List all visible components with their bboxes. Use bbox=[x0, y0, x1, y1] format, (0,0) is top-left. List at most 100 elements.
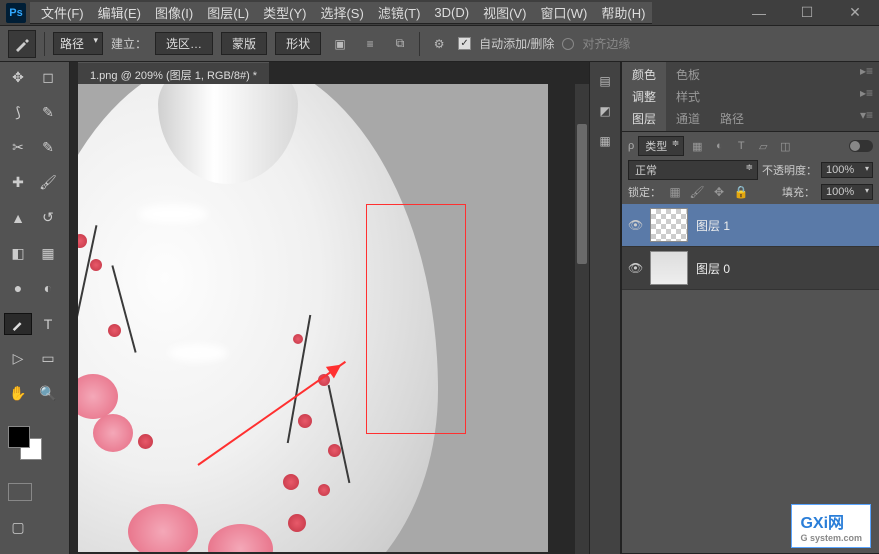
make-shape-button[interactable]: 形状 bbox=[275, 32, 321, 55]
history-dock-icon[interactable]: ▤ bbox=[594, 70, 616, 92]
maximize-button[interactable]: ☐ bbox=[783, 3, 831, 23]
menu-bar: 文件(F) 编辑(E) 图像(I) 图层(L) 类型(Y) 选择(S) 滤镜(T… bbox=[30, 2, 652, 24]
layer-list: 👁 图层 1 👁 图层 0 bbox=[622, 204, 879, 290]
watermark-text: GXi网 bbox=[800, 515, 844, 532]
blend-mode-select[interactable]: 正常 bbox=[628, 160, 758, 180]
path-operations-icon[interactable]: ▣ bbox=[329, 33, 351, 55]
gear-icon[interactable]: ⚙ bbox=[428, 33, 450, 55]
properties-dock-icon[interactable]: ◩ bbox=[594, 100, 616, 122]
visibility-toggle[interactable]: 👁 bbox=[628, 261, 642, 275]
filter-type-icon[interactable]: T bbox=[732, 138, 750, 154]
layer-row[interactable]: 👁 图层 1 bbox=[622, 204, 879, 247]
dodge-tool[interactable]: ◐ bbox=[34, 277, 62, 299]
screen-mode-button[interactable]: ▢ bbox=[4, 517, 32, 539]
visibility-toggle[interactable]: 👁 bbox=[628, 218, 642, 232]
opacity-value[interactable]: 100% bbox=[821, 162, 873, 178]
lasso-tool[interactable]: ⟆ bbox=[4, 101, 32, 123]
tool-preset-picker[interactable] bbox=[8, 30, 36, 58]
gradient-tool[interactable]: ▦ bbox=[34, 242, 62, 264]
marquee-tool[interactable]: ◻ bbox=[34, 66, 62, 88]
separator bbox=[44, 32, 45, 56]
healing-tool[interactable]: ✚ bbox=[4, 172, 32, 194]
menu-file[interactable]: 文件(F) bbox=[34, 0, 91, 25]
path-align-icon[interactable]: ≡ bbox=[359, 33, 381, 55]
window-controls: — ☐ ✕ bbox=[735, 3, 879, 23]
panel-menu-icon[interactable]: ▾≡ bbox=[854, 106, 879, 131]
opacity-label: 不透明度： bbox=[762, 162, 817, 178]
filter-adjust-icon[interactable]: ◐ bbox=[710, 138, 728, 154]
menu-layer[interactable]: 图层(L) bbox=[200, 0, 256, 25]
title-bar: Ps 文件(F) 编辑(E) 图像(I) 图层(L) 类型(Y) 选择(S) 滤… bbox=[0, 0, 879, 26]
lock-label: 锁定： bbox=[628, 184, 661, 200]
path-arrange-icon[interactable]: ⧉ bbox=[389, 33, 411, 55]
pen-tool[interactable] bbox=[4, 313, 32, 335]
app-logo: Ps bbox=[6, 3, 26, 23]
history-brush-tool[interactable]: ↺ bbox=[34, 207, 62, 229]
separator bbox=[419, 32, 420, 56]
eraser-tool[interactable]: ◧ bbox=[4, 242, 32, 264]
crop-tool[interactable]: ✂ bbox=[4, 136, 32, 158]
scrollbar-thumb[interactable] bbox=[577, 124, 587, 264]
path-select-tool[interactable]: ▷ bbox=[4, 348, 32, 370]
build-label: 建立： bbox=[111, 35, 147, 52]
filter-smart-icon[interactable]: ◫ bbox=[776, 138, 794, 154]
document-area: 1.png @ 209% (图层 1, RGB/8#) * bbox=[70, 62, 589, 554]
rubber-band-radio[interactable] bbox=[562, 38, 574, 50]
character-dock-icon[interactable]: ▦ bbox=[594, 130, 616, 152]
layer-kind-filter[interactable]: 类型 bbox=[638, 136, 684, 156]
menu-3d[interactable]: 3D(D) bbox=[427, 2, 476, 23]
zoom-tool[interactable]: 🔍 bbox=[34, 383, 62, 405]
layers-panel-tab[interactable]: 图层 bbox=[622, 106, 666, 131]
menu-edit[interactable]: 编辑(E) bbox=[91, 0, 148, 25]
menu-view[interactable]: 视图(V) bbox=[476, 0, 533, 25]
channels-panel-tab[interactable]: 通道 bbox=[666, 106, 710, 131]
foreground-color-swatch[interactable] bbox=[8, 426, 30, 448]
make-mask-button[interactable]: 蒙版 bbox=[221, 32, 267, 55]
menu-window[interactable]: 窗口(W) bbox=[533, 0, 594, 25]
menu-filter[interactable]: 滤镜(T) bbox=[371, 0, 428, 25]
close-button[interactable]: ✕ bbox=[831, 3, 879, 23]
hand-tool[interactable]: ✋ bbox=[4, 383, 32, 405]
lock-transparency-icon[interactable]: ▦ bbox=[667, 184, 683, 200]
fill-value[interactable]: 100% bbox=[821, 184, 873, 200]
vertical-scrollbar[interactable] bbox=[575, 84, 589, 554]
layer-name[interactable]: 图层 0 bbox=[696, 260, 730, 277]
lock-pixels-icon[interactable]: 🖌 bbox=[689, 184, 705, 200]
move-tool[interactable]: ✥ bbox=[4, 66, 32, 88]
lock-position-icon[interactable]: ✥ bbox=[711, 184, 727, 200]
rubber-band-label: 对齐边缘 bbox=[582, 35, 630, 52]
pen-mode-select[interactable]: 路径 bbox=[53, 32, 103, 55]
blur-tool[interactable]: ● bbox=[4, 277, 32, 299]
panels-area: 颜色 色板 ▸≡ 调整 样式 ▸≡ 图层 通道 路径 ▾≡ ρ 类型 bbox=[621, 62, 879, 554]
minimize-button[interactable]: — bbox=[735, 3, 783, 23]
auto-add-checkbox[interactable]: ✓ bbox=[458, 37, 471, 50]
layer-thumbnail[interactable] bbox=[650, 208, 688, 242]
auto-add-label: 自动添加/删除 bbox=[479, 35, 554, 52]
menu-help[interactable]: 帮助(H) bbox=[594, 0, 652, 25]
lock-all-icon[interactable]: 🔒 bbox=[733, 184, 749, 200]
menu-type[interactable]: 类型(Y) bbox=[256, 0, 313, 25]
annotation-rectangle bbox=[366, 204, 466, 434]
menu-select[interactable]: 选择(S) bbox=[313, 0, 370, 25]
layer-thumbnail[interactable] bbox=[650, 251, 688, 285]
menu-image[interactable]: 图像(I) bbox=[148, 0, 200, 25]
filter-toggle[interactable] bbox=[849, 140, 873, 152]
watermark-sub: G system.com bbox=[800, 533, 862, 543]
filter-pixel-icon[interactable]: ▦ bbox=[688, 138, 706, 154]
paths-panel-tab[interactable]: 路径 bbox=[710, 106, 754, 131]
filter-shape-icon[interactable]: ▱ bbox=[754, 138, 772, 154]
layer-row[interactable]: 👁 图层 0 bbox=[622, 247, 879, 290]
quick-select-tool[interactable]: ✎ bbox=[34, 101, 62, 123]
canvas[interactable] bbox=[78, 84, 548, 552]
type-tool[interactable]: T bbox=[34, 313, 62, 335]
eyedropper-tool[interactable]: ✎ bbox=[34, 136, 62, 158]
layer-name[interactable]: 图层 1 bbox=[696, 217, 730, 234]
color-swatches[interactable] bbox=[8, 426, 42, 460]
fill-label: 填充： bbox=[782, 184, 815, 200]
quick-mask-toggle[interactable] bbox=[8, 483, 32, 501]
options-bar: 路径 建立： 选区… 蒙版 形状 ▣ ≡ ⧉ ⚙ ✓ 自动添加/删除 对齐边缘 bbox=[0, 26, 879, 62]
stamp-tool[interactable]: ▲ bbox=[4, 207, 32, 229]
shape-tool[interactable]: ▭ bbox=[34, 348, 62, 370]
brush-tool[interactable]: 🖌 bbox=[34, 172, 62, 194]
make-selection-button[interactable]: 选区… bbox=[155, 32, 213, 55]
